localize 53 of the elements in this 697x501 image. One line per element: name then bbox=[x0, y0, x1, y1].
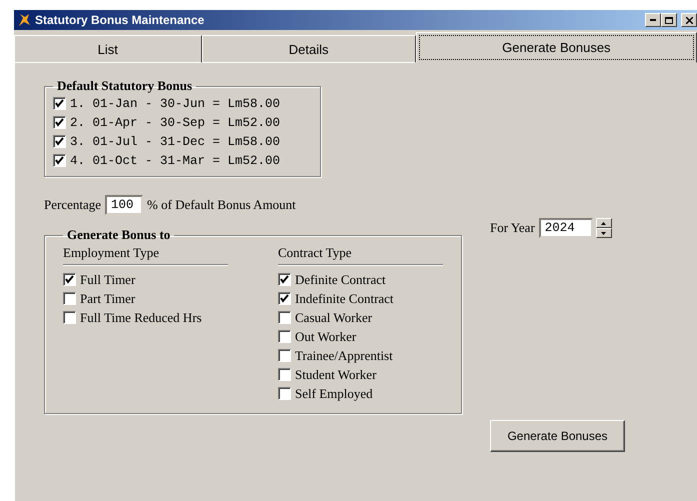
percentage-field[interactable]: 100 bbox=[105, 195, 144, 215]
up-arrow-icon bbox=[601, 222, 606, 224]
checkbox[interactable] bbox=[63, 311, 76, 324]
down-arrow-icon bbox=[601, 232, 606, 234]
group-title: Default Statutory Bonus bbox=[56, 78, 194, 94]
checkbox[interactable] bbox=[278, 311, 291, 324]
checkbox-label: Definite Contract bbox=[295, 272, 386, 288]
checkbox[interactable] bbox=[53, 116, 66, 129]
tab[interactable]: List bbox=[14, 35, 202, 63]
checkbox-label: 3. 01-Jul - 31-Dec = Lm58.00 bbox=[70, 134, 280, 148]
close-button[interactable] bbox=[681, 13, 697, 27]
checkbox[interactable] bbox=[278, 330, 291, 343]
checkbox-label: Part Timer bbox=[80, 290, 136, 306]
checkbox-label: Trainee/Apprentist bbox=[295, 348, 393, 364]
checkbox-label: 2. 01-Apr - 30-Sep = Lm52.00 bbox=[70, 116, 280, 130]
checkbox[interactable] bbox=[53, 154, 66, 167]
close-icon bbox=[686, 16, 692, 24]
checkbox-label: Self Employed bbox=[295, 386, 373, 402]
spin-up-button[interactable] bbox=[596, 218, 612, 228]
generate-bonuses-button[interactable]: Generate Bonuses bbox=[490, 420, 625, 452]
minimize-icon bbox=[650, 19, 656, 21]
checkbox[interactable] bbox=[278, 387, 291, 400]
maximize-icon bbox=[665, 16, 673, 24]
checkbox[interactable] bbox=[278, 292, 291, 305]
checkbox-label: Casual Worker bbox=[295, 310, 372, 326]
checkbox-label: Full Time Reduced Hrs bbox=[80, 310, 202, 326]
tab[interactable]: Generate Bonuses bbox=[416, 32, 697, 63]
checkbox-label: Indefinite Contract bbox=[295, 290, 394, 306]
column-heading: Contract Type bbox=[278, 245, 443, 265]
checkbox-label: Student Worker bbox=[295, 366, 376, 382]
field-label: % of Default Bonus Amount bbox=[147, 197, 296, 213]
tab[interactable]: Details bbox=[202, 35, 416, 63]
spin-down-button[interactable] bbox=[596, 228, 612, 238]
window-title: Statutory Bonus Maintenance bbox=[35, 13, 206, 27]
checkbox[interactable] bbox=[63, 292, 76, 305]
field-label: For Year bbox=[490, 220, 535, 236]
checkbox[interactable] bbox=[53, 135, 66, 148]
minimize-button[interactable] bbox=[645, 13, 661, 27]
checkbox-label: Out Worker bbox=[295, 328, 356, 344]
checkbox[interactable] bbox=[278, 273, 291, 286]
year-field[interactable]: 2024 bbox=[538, 218, 593, 238]
checkbox-label: Full Timer bbox=[80, 272, 136, 288]
checkbox[interactable] bbox=[53, 97, 66, 110]
maximize-button[interactable] bbox=[661, 13, 677, 27]
checkbox-label: 1. 01-Jan - 30-Jun = Lm58.00 bbox=[70, 96, 280, 110]
group-title: Generate Bonus to bbox=[66, 227, 172, 243]
field-label: Percentage bbox=[44, 197, 102, 213]
checkbox[interactable] bbox=[278, 349, 291, 362]
app-icon bbox=[17, 13, 31, 27]
checkbox[interactable] bbox=[278, 368, 291, 381]
checkbox-label: 4. 01-Oct - 31-Mar = Lm52.00 bbox=[70, 154, 280, 168]
checkbox[interactable] bbox=[63, 273, 76, 286]
column-heading: Employment Type bbox=[63, 245, 228, 265]
